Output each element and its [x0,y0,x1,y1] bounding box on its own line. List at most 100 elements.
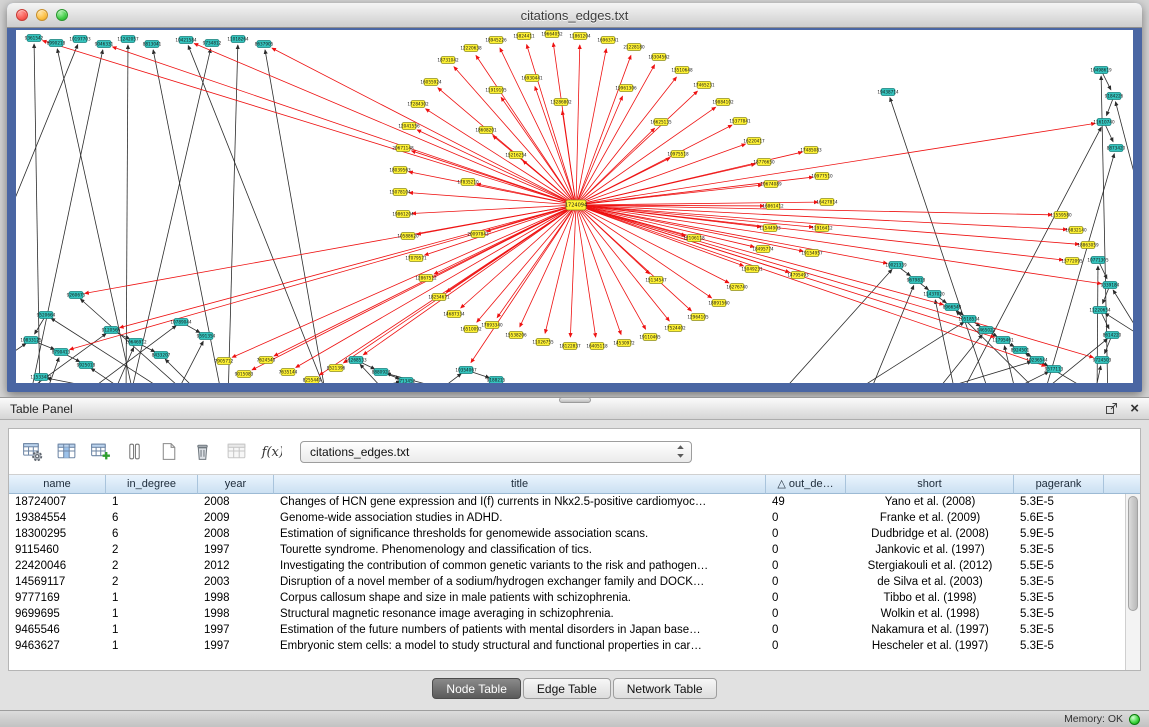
table-row[interactable]: 1456911722003Disruption of a novel membe… [9,574,1140,590]
column-header-year[interactable]: year [198,475,274,494]
table-row[interactable]: 1830029562008Estimation of significance … [9,526,1140,542]
svg-text:9713452: 9713452 [397,379,416,383]
cell-short: Stergiakouli et al. (2012) [846,558,1014,574]
cell-in_degree: 2 [106,574,198,590]
cell-in_degree: 2 [106,558,198,574]
column-header-short[interactable]: short [846,475,1014,494]
cell-short: Hescheler et al. (1997) [846,638,1014,654]
table-row[interactable]: 1872400712008Changes of HCN gene express… [9,494,1140,510]
table-body: 1872400712008Changes of HCN gene express… [9,494,1140,654]
import-table-button[interactable] [87,438,114,465]
svg-text:10977510: 10977510 [811,174,833,179]
svg-text:18608201: 18608201 [475,128,497,133]
cell-out_degree: 0 [766,622,846,638]
combo-stepper-icon [676,444,685,459]
delete-table-button[interactable] [189,438,216,465]
cell-short: Tibbo et al. (1998) [846,590,1014,606]
cell-name: 9465546 [9,622,106,638]
cell-name: 18300295 [9,526,106,542]
column-header-out_degree[interactable]: △ out_de… [766,475,846,494]
minimize-window-button[interactable] [36,9,48,21]
table-row[interactable]: 977716911998Corpus callosum shape and si… [9,590,1140,606]
table-row[interactable]: 969969511998Structural magnetic resonanc… [9,606,1140,622]
table-panel-header: Table Panel × [0,398,1149,420]
tab-network-table[interactable]: Network Table [613,678,717,699]
cell-name: 22420046 [9,558,106,574]
svg-text:11268533: 11268533 [345,358,367,363]
table-row[interactable]: 946362711997Embryonic stem cells: a mode… [9,638,1140,654]
svg-text:9015083: 9015083 [235,372,254,377]
svg-text:15824411: 15824411 [513,34,535,39]
column-header-name[interactable]: name [9,475,106,494]
cell-year: 1998 [198,590,274,606]
svg-text:16510092: 16510092 [460,327,482,332]
svg-text:17284302: 17284302 [407,102,429,107]
svg-text:10421584: 10421584 [175,38,197,43]
svg-text:18776650: 18776650 [753,160,775,165]
svg-text:18863059: 18863059 [1077,243,1099,248]
row-selector-button[interactable] [121,438,148,465]
cell-in_degree: 6 [106,526,198,542]
svg-text:12106118: 12106118 [683,236,705,241]
merge-table-button[interactable] [223,438,250,465]
table-selector-combo[interactable]: citations_edges.txt [300,441,692,463]
svg-text:17835210: 17835210 [457,180,479,185]
cell-name: 9115460 [9,542,106,558]
table-row[interactable]: 2242004622012Investigating the contribut… [9,558,1140,574]
svg-text:12220638: 12220638 [460,46,482,51]
column-header-title[interactable]: title [274,475,766,494]
memory-status-label: Memory: OK [1064,713,1123,725]
memory-status-indicator[interactable] [1129,714,1140,725]
svg-text:1724094: 1724094 [565,203,587,209]
svg-text:17079571: 17079571 [405,256,427,261]
svg-text:10518534: 10518534 [958,317,980,322]
svg-text:14687334: 14687334 [443,312,465,317]
window-controls [16,9,68,21]
svg-text:10789044: 10789044 [170,320,192,325]
create-table-button[interactable] [155,438,182,465]
close-panel-icon[interactable]: × [1130,402,1139,415]
svg-text:18731042: 18731042 [437,58,459,63]
svg-text:18891560: 18891560 [708,301,730,306]
svg-text:18304562: 18304562 [648,55,670,60]
svg-text:11437020: 11437020 [923,292,945,297]
network-window-titlebar[interactable]: citations_edges.txt [7,3,1142,28]
svg-text:16625135: 16625135 [650,120,672,125]
table-header-row: namein_degreeyeartitle△ out_de…shortpage… [9,475,1140,494]
cell-year: 2009 [198,510,274,526]
table-row[interactable]: 1938455462009Genome-wide association stu… [9,510,1140,526]
cell-out_degree: 0 [766,558,846,574]
svg-text:8880924: 8880924 [372,370,391,375]
panel-resize-handle[interactable] [559,397,591,403]
table-row[interactable]: 946554611997Estimation of the future num… [9,622,1140,638]
svg-text:19961306: 19961306 [615,86,637,91]
show-columns-button[interactable] [53,438,80,465]
cell-in_degree: 6 [106,510,198,526]
svg-text:19438714: 19438714 [877,90,899,95]
column-header-pagerank[interactable]: pagerank [1014,475,1104,494]
tab-edge-table[interactable]: Edge Table [523,678,611,699]
svg-text:16930441: 16930441 [521,76,543,81]
svg-text:9188215: 9188215 [487,378,506,383]
svg-text:12867512: 12867512 [415,276,437,281]
close-window-button[interactable] [16,9,28,21]
table-row[interactable]: 911546021997Tourette syndrome. Phenomeno… [9,542,1140,558]
cell-short: Yano et al. (2008) [846,494,1014,510]
svg-text:16055924: 16055924 [420,80,442,85]
vertical-scrollbar[interactable] [1125,494,1140,670]
network-canvas[interactable]: 1873104216055924172843021204155620671148… [16,30,1133,383]
column-header-in_degree[interactable]: in_degree [106,475,198,494]
table-tabs: Node TableEdge TableNetwork Table [0,678,1149,699]
float-panel-icon[interactable] [1105,402,1118,415]
zoom-window-button[interactable] [56,9,68,21]
svg-text:9120566: 9120566 [102,328,121,333]
cell-in_degree: 1 [106,638,198,654]
application-screen: citations_edges.txt 18731042 16055924 1728… [0,0,1149,727]
svg-text:11544903: 11544903 [759,226,781,231]
tab-node-table[interactable]: Node Table [432,678,521,699]
table-settings-button[interactable] [19,438,46,465]
svg-text:8966548: 8966548 [943,305,962,310]
cell-name: 14569117 [9,574,106,590]
scrollbar-thumb[interactable] [1128,496,1138,611]
function-builder-button[interactable]: f(x) [257,438,284,465]
